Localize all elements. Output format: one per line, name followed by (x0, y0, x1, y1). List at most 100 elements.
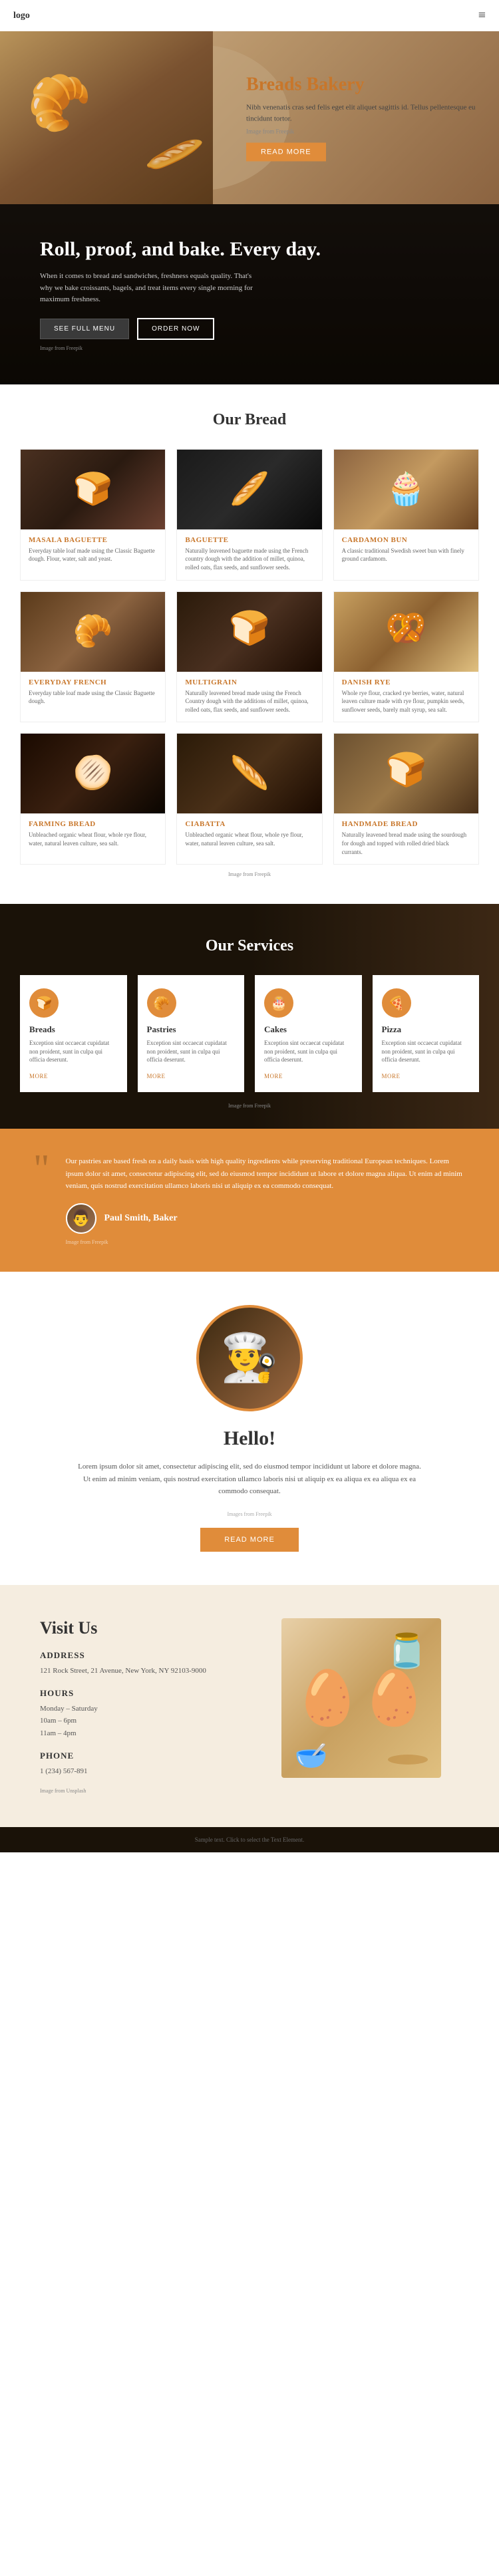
see-full-menu-button[interactable]: SEE FULL MENU (40, 319, 129, 339)
testimonial-section: " Our pastries are based fresh on a dail… (0, 1129, 499, 1272)
visit-phone-group: PHONE 1 (234) 567-891 (40, 1751, 236, 1778)
testimonial-content: Our pastries are based fresh on a daily … (66, 1155, 466, 1245)
logo: logo (13, 11, 30, 21)
hero-bread-image (0, 31, 213, 204)
bread-card-body-handmade: Handmade Bread Naturally leavened bread … (334, 813, 478, 864)
service-more-pastries[interactable]: MORE (147, 1073, 166, 1079)
hello-image-credit: Images from Freepik (40, 1511, 459, 1517)
service-desc-pastries: Exception sint occaecat cupidatat non pr… (147, 1039, 236, 1064)
bread-image-handmade (334, 734, 478, 813)
hello-section: 👨‍🍳 Hello! Lorem ipsum dolor sit amet, c… (0, 1272, 499, 1585)
hello-baker-image: 👨‍🍳 (196, 1305, 303, 1411)
hours-days: Monday – Saturday (40, 1703, 236, 1715)
service-card-pastries: 🥐 Pastries Exception sint occaecat cupid… (138, 975, 245, 1092)
service-more-breads[interactable]: MORE (29, 1073, 48, 1079)
bread-card-body-masala: Masala Baguette Everyday table loaf made… (21, 529, 165, 571)
service-name-pastries: Pastries (147, 1024, 236, 1035)
service-card-pizza: 🍕 Pizza Exception sint occaecat cupidata… (373, 975, 480, 1092)
bread-desc-cardamon: A classic traditional Swedish sweet bun … (342, 547, 470, 563)
bread-card-body-french: Everyday French Everyday table loaf made… (21, 672, 165, 714)
bread-section-credit: Image from Freepik (20, 871, 479, 877)
hero-cta-button[interactable]: READ MORE (246, 143, 326, 162)
bread-name-cardamon: Cardamon Bun (342, 536, 470, 544)
service-more-pizza[interactable]: MORE (382, 1073, 401, 1079)
service-name-breads: Breads (29, 1024, 118, 1035)
bread-image-masala (21, 450, 165, 529)
author-name: Paul Smith, Baker (104, 1213, 178, 1224)
service-name-cakes: Cakes (264, 1024, 353, 1035)
breads-icon: 🍞 (29, 988, 59, 1018)
bread-card-body-cardamon: Cardamon Bun A classic traditional Swedi… (334, 529, 478, 571)
our-bread-title: Our Bread (20, 411, 479, 429)
order-now-button[interactable]: ORDER NOW (137, 318, 214, 340)
bread-name-handmade: Handmade Bread (342, 820, 470, 828)
hello-cta-button[interactable]: READ MORE (200, 1528, 299, 1552)
bread-image-ciabatta (177, 734, 321, 813)
visit-image-container: 🥚🥚 🫙 🥣 (263, 1618, 459, 1778)
our-bread-section: Our Bread Masala Baguette Everyday table… (0, 384, 499, 904)
hours-time: 10am – 6pm (40, 1715, 236, 1727)
bread-image-french (21, 592, 165, 672)
footer: Sample text. Click to select the Text El… (0, 1827, 499, 1852)
bread-card-handmade: Handmade Bread Naturally leavened bread … (333, 733, 479, 865)
bread-card-body-baguette: Baguette Naturally leavened baguette mad… (177, 529, 321, 580)
testimonial-credit: Image from Freepik (66, 1239, 466, 1245)
bread-name-french: Everyday French (29, 678, 157, 686)
bread-card-masala: Masala Baguette Everyday table loaf made… (20, 449, 166, 581)
bread-grid: Masala Baguette Everyday table loaf made… (20, 449, 479, 865)
author-avatar: 👨 (66, 1203, 96, 1234)
service-desc-breads: Exception sint occaecat cupidatat non pr… (29, 1039, 118, 1064)
testimonial-author: 👨 Paul Smith, Baker (66, 1203, 466, 1234)
hero-content: Breads Bakery Nibh venenatis cras sed fe… (246, 74, 486, 162)
bread-desc-french: Everyday table loaf made using the Class… (29, 689, 157, 706)
hours-title: HOURS (40, 1688, 236, 1699)
bread-card-body-farming: Farming Bread Unbleached organic wheat f… (21, 813, 165, 855)
bread-card-body-multigrain: Multigrain Naturally leavened bread made… (177, 672, 321, 722)
bread-card-danish: Danish Rye Whole rye flour, cracked rye … (333, 591, 479, 723)
bread-card-french: Everyday French Everyday table loaf made… (20, 591, 166, 723)
menu-icon[interactable]: ≡ (478, 8, 486, 23)
bread-image-danish (334, 592, 478, 672)
author-info: Paul Smith, Baker (104, 1213, 178, 1224)
bread-name-ciabatta: Ciabatta (185, 820, 313, 828)
bread-desc-farming: Unbleached organic wheat flour, whole ry… (29, 831, 157, 847)
bread-card-body-danish: Danish Rye Whole rye flour, cracked rye … (334, 672, 478, 722)
bread-name-multigrain: Multigrain (185, 678, 313, 686)
bread-card-body-ciabatta: Ciabatta Unbleached organic wheat flour,… (177, 813, 321, 855)
visit-hours-group: HOURS Monday – Saturday 10am – 6pm 11am … (40, 1688, 236, 1740)
bread-name-masala: Masala Baguette (29, 536, 157, 544)
bread-image-farming (21, 734, 165, 813)
phone-title: PHONE (40, 1751, 236, 1761)
bread-card-farming: Farming Bread Unbleached organic wheat f… (20, 733, 166, 865)
footer-text: Sample text. Click to select the Text El… (20, 1836, 479, 1843)
service-name-pizza: Pizza (382, 1024, 470, 1035)
pastries-icon: 🥐 (147, 988, 176, 1018)
service-more-cakes[interactable]: MORE (264, 1073, 283, 1079)
bread-name-farming: Farming Bread (29, 820, 157, 828)
phone-number: 1 (234) 567-891 (40, 1765, 236, 1778)
hours-time2: 11am – 4pm (40, 1727, 236, 1740)
visit-bread-visual: 🥚🥚 🫙 🥣 (281, 1618, 441, 1778)
fullwidth-section: Roll, proof, and bake. Every day. When i… (0, 204, 499, 384)
hello-text: Lorem ipsum dolor sit amet, consectetur … (77, 1461, 422, 1498)
bread-desc-ciabatta: Unbleached organic wheat flour, whole ry… (185, 831, 313, 847)
fullwidth-content: Roll, proof, and bake. Every day. When i… (40, 237, 459, 351)
pizza-icon: 🍕 (382, 988, 411, 1018)
hero-title: Breads Bakery (246, 74, 486, 96)
hero-image-credit: Image from Freepik (246, 128, 486, 135)
services-title: Our Services (20, 937, 479, 955)
fullwidth-image-credit: Image from Freepik (40, 345, 459, 351)
bread-desc-danish: Whole rye flour, cracked rye berries, wa… (342, 689, 470, 714)
services-section: Our Services 🍞 Breads Exception sint occ… (0, 904, 499, 1129)
visit-section: Visit Us ADDRESS 121 Rock Street, 21 Ave… (0, 1585, 499, 1827)
bread-card-cardamon: Cardamon Bun A classic traditional Swedi… (333, 449, 479, 581)
services-image-credit: Image from Freepik (20, 1103, 479, 1109)
navigation: logo ≡ (0, 0, 499, 31)
bread-image-baguette (177, 450, 321, 529)
cakes-icon: 🎂 (264, 988, 293, 1018)
service-card-breads: 🍞 Breads Exception sint occaecat cupidat… (20, 975, 127, 1092)
hero-section: Breads Bakery Nibh venenatis cras sed fe… (0, 31, 499, 204)
hello-title: Hello! (40, 1427, 459, 1450)
service-card-cakes: 🎂 Cakes Exception sint occaecat cupidata… (255, 975, 362, 1092)
bread-name-baguette: Baguette (185, 536, 313, 544)
